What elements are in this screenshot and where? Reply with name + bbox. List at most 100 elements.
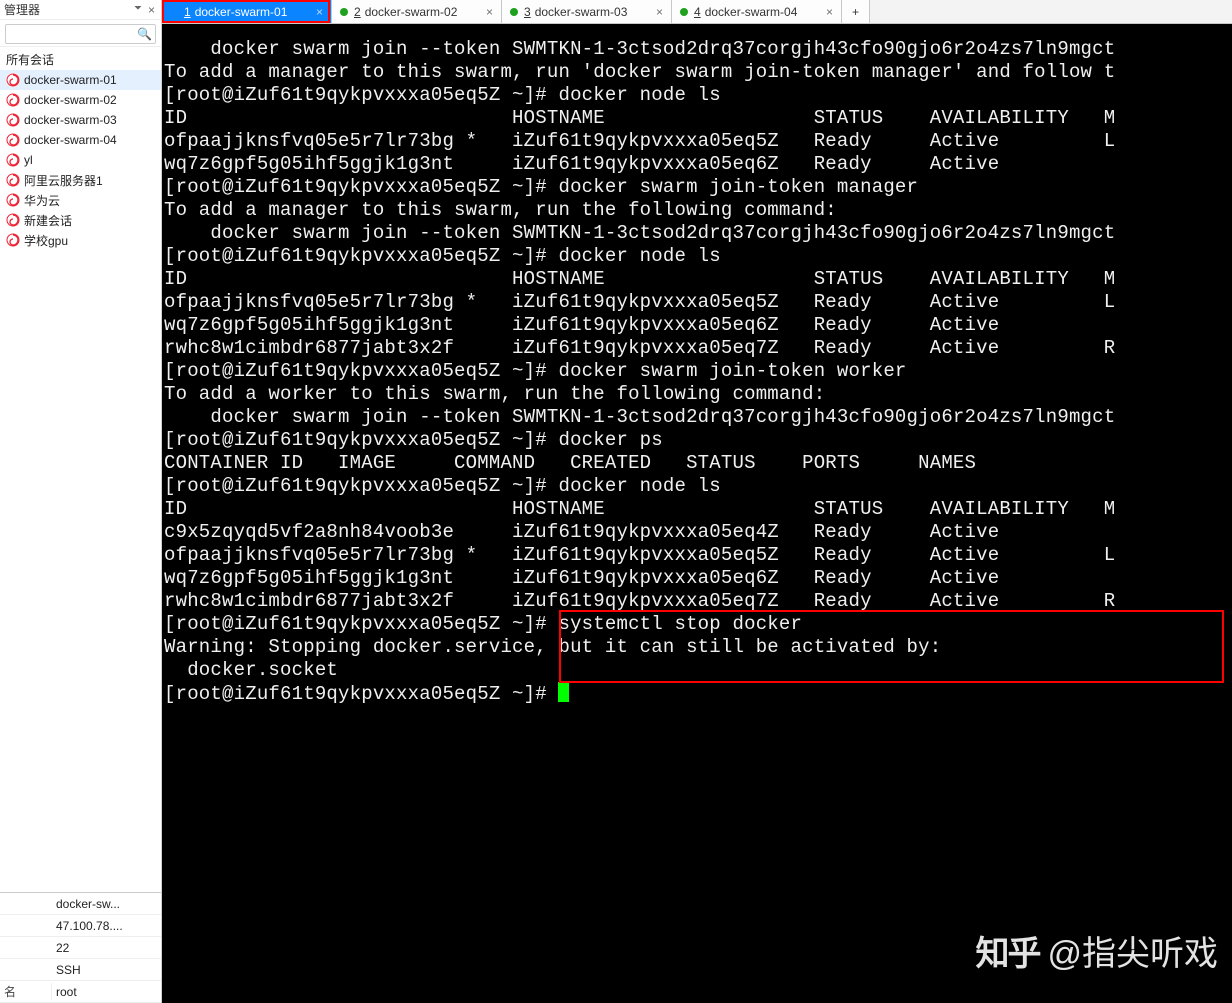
- terminal-line: wq7z6gpf5g05ihf5ggjk1g3nt iZuf61t9qykpvx…: [164, 314, 1232, 337]
- terminal-line: [root@iZuf61t9qykpvxxxa05eq5Z ~]# docker…: [164, 245, 1232, 268]
- session-list: docker-swarm-01 docker-swarm-02 docker-swa…: [0, 70, 161, 250]
- cursor-icon: [558, 682, 569, 702]
- session-label: yl: [24, 153, 33, 167]
- property-value: SSH: [52, 963, 161, 977]
- property-value: docker-sw...: [52, 897, 161, 911]
- terminal-line: [root@iZuf61t9qykpvxxxa05eq5Z ~]# docker…: [164, 176, 1232, 199]
- terminal-line: wq7z6gpf5g05ihf5ggjk1g3nt iZuf61t9qykpvx…: [164, 567, 1232, 590]
- tab[interactable]: 3docker-swarm-03 ×: [502, 0, 672, 23]
- session-label: docker-swarm-02: [24, 93, 117, 107]
- tab-close-icon[interactable]: ×: [656, 5, 663, 19]
- tab-bar: 1docker-swarm-01×2docker-swarm-02×3docke…: [162, 0, 1232, 24]
- session-item[interactable]: docker-swarm-03: [0, 110, 161, 130]
- session-item[interactable]: docker-swarm-01: [0, 70, 161, 90]
- session-label: docker-swarm-03: [24, 113, 117, 127]
- unsaved-indicator-icon: [510, 8, 518, 16]
- session-icon: [6, 93, 20, 107]
- terminal-line: rwhc8w1cimbdr6877jabt3x2f iZuf61t9qykpvx…: [164, 590, 1232, 613]
- property-key: 名: [0, 983, 52, 1000]
- tab[interactable]: 4docker-swarm-04 ×: [672, 0, 842, 23]
- search-row: 🔍: [0, 20, 161, 47]
- property-row: docker-sw...: [0, 893, 161, 915]
- terminal-line: ofpaajjknsfvq05e5r7lr73bg * iZuf61t9qykp…: [164, 544, 1232, 567]
- tab[interactable]: 2docker-swarm-02 ×: [332, 0, 502, 23]
- session-label: docker-swarm-01: [24, 73, 117, 87]
- tab-close-icon[interactable]: ×: [826, 5, 833, 19]
- terminal-line: ID HOSTNAME STATUS AVAILABILITY M: [164, 498, 1232, 521]
- session-icon: [6, 193, 20, 207]
- watermark: 知乎 @指尖听戏: [975, 926, 1218, 975]
- property-value: root: [52, 985, 161, 999]
- terminal-line: To add a worker to this swarm, run the f…: [164, 383, 1232, 406]
- session-item[interactable]: yl: [0, 150, 161, 170]
- terminal-line: [root@iZuf61t9qykpvxxxa05eq5Z ~]# docker…: [164, 84, 1232, 107]
- terminal-line: [root@iZuf61t9qykpvxxxa05eq5Z ~]#: [164, 682, 1232, 706]
- main-area: 1docker-swarm-01×2docker-swarm-02×3docke…: [162, 0, 1232, 1003]
- new-tab-button[interactable]: +: [842, 0, 870, 23]
- property-row: SSH: [0, 959, 161, 981]
- property-row: 名root: [0, 981, 161, 1003]
- tab-close-icon[interactable]: ×: [316, 5, 323, 19]
- property-row: 47.100.78....: [0, 915, 161, 937]
- terminal-line: ID HOSTNAME STATUS AVAILABILITY M: [164, 107, 1232, 130]
- unsaved-indicator-icon: [340, 8, 348, 16]
- tab-close-icon[interactable]: ×: [486, 5, 493, 19]
- session-icon: [6, 173, 20, 187]
- tab-label: 3docker-swarm-03: [524, 5, 627, 19]
- search-input[interactable]: [5, 24, 156, 44]
- terminal-line: rwhc8w1cimbdr6877jabt3x2f iZuf61t9qykpvx…: [164, 337, 1232, 360]
- terminal-line: ofpaajjknsfvq05e5r7lr73bg * iZuf61t9qykp…: [164, 291, 1232, 314]
- pin-icon[interactable]: ⏷: [134, 3, 142, 17]
- terminal-line: docker swarm join --token SWMTKN-1-3ctso…: [164, 406, 1232, 429]
- property-value: 47.100.78....: [52, 919, 161, 933]
- session-item[interactable]: docker-swarm-02: [0, 90, 161, 110]
- terminal-line: [root@iZuf61t9qykpvxxxa05eq5Z ~]# docker…: [164, 429, 1232, 452]
- connection-properties: docker-sw...47.100.78....22SSH名root: [0, 892, 161, 1003]
- session-label: docker-swarm-04: [24, 133, 117, 147]
- tab-label: 2docker-swarm-02: [354, 5, 457, 19]
- zhihu-logo-icon: 知乎: [975, 926, 1039, 975]
- terminal-line: CONTAINER ID IMAGE COMMAND CREATED STATU…: [164, 452, 1232, 475]
- session-icon: [6, 73, 20, 87]
- session-item[interactable]: 学校gpu: [0, 230, 161, 250]
- terminal-line: docker.socket: [164, 659, 1232, 682]
- terminal-line: [root@iZuf61t9qykpvxxxa05eq5Z ~]# docker…: [164, 360, 1232, 383]
- terminal-line: docker swarm join --token SWMTKN-1-3ctso…: [164, 222, 1232, 245]
- property-row: 22: [0, 937, 161, 959]
- session-icon: [6, 113, 20, 127]
- session-manager-sidebar: 管理器 ⏷ × 🔍 所有会话 docker-swarm-01docker-swa…: [0, 0, 162, 1003]
- session-label: 新建会话: [24, 212, 72, 229]
- terminal-line: c9x5zqyqd5vf2a8nh84voob3e iZuf61t9qykpvx…: [164, 521, 1232, 544]
- unsaved-indicator-icon: [680, 8, 688, 16]
- session-item[interactable]: docker-swarm-04: [0, 130, 161, 150]
- tab-label: 1docker-swarm-01: [184, 5, 287, 19]
- terminal-line: docker swarm join --token SWMTKN-1-3ctso…: [164, 38, 1232, 61]
- terminal-line: wq7z6gpf5g05ihf5ggjk1g3nt iZuf61t9qykpvx…: [164, 153, 1232, 176]
- sidebar-title: 管理器: [4, 1, 40, 18]
- session-icon: [6, 153, 20, 167]
- session-icon: [6, 213, 20, 227]
- terminal-line: ofpaajjknsfvq05e5r7lr73bg * iZuf61t9qykp…: [164, 130, 1232, 153]
- close-icon[interactable]: ×: [148, 3, 155, 17]
- session-label: 学校gpu: [24, 232, 68, 249]
- session-icon: [6, 133, 20, 147]
- session-group-label: 所有会话: [0, 47, 161, 70]
- session-item[interactable]: 华为云: [0, 190, 161, 210]
- terminal-line: To add a manager to this swarm, run 'doc…: [164, 61, 1232, 84]
- sidebar-header: 管理器 ⏷ ×: [0, 0, 161, 20]
- session-item[interactable]: 阿里云服务器1: [0, 170, 161, 190]
- terminal-line: [root@iZuf61t9qykpvxxxa05eq5Z ~]# docker…: [164, 475, 1232, 498]
- terminal-line: ID HOSTNAME STATUS AVAILABILITY M: [164, 268, 1232, 291]
- tab[interactable]: 1docker-swarm-01 ×: [162, 0, 332, 23]
- terminal[interactable]: docker swarm join --token SWMTKN-1-3ctso…: [162, 24, 1232, 1003]
- session-label: 阿里云服务器1: [24, 172, 103, 189]
- property-value: 22: [52, 941, 161, 955]
- terminal-line: To add a manager to this swarm, run the …: [164, 199, 1232, 222]
- tab-label: 4docker-swarm-04: [694, 5, 797, 19]
- session-label: 华为云: [24, 192, 60, 209]
- session-icon: [6, 233, 20, 247]
- watermark-text: @指尖听戏: [1047, 926, 1218, 975]
- session-item[interactable]: 新建会话: [0, 210, 161, 230]
- terminal-line: Warning: Stopping docker.service, but it…: [164, 636, 1232, 659]
- search-icon[interactable]: 🔍: [137, 27, 152, 41]
